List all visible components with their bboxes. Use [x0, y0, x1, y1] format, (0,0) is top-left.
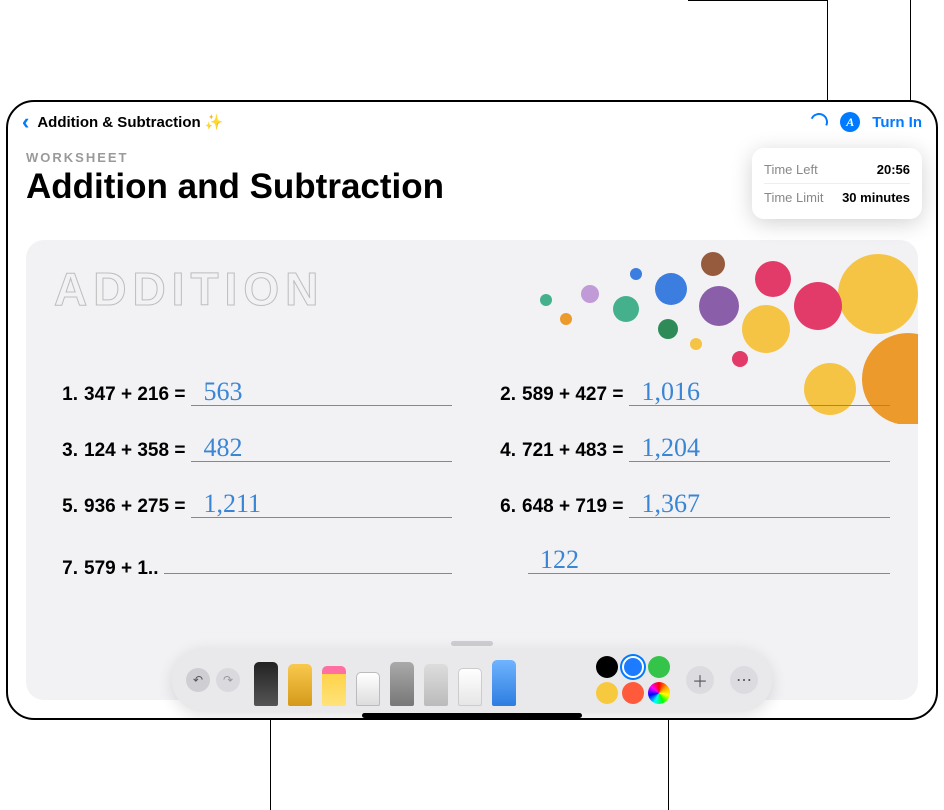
ruler-tool[interactable] [458, 668, 482, 706]
timer-progress-icon[interactable] [808, 110, 831, 133]
worksheet-panel[interactable]: ADDITION [26, 240, 918, 700]
answer-field[interactable]: 1,367 [629, 492, 890, 518]
more-button[interactable]: ⋯ [730, 666, 758, 694]
time-limit-value: 30 minutes [842, 190, 910, 205]
answer-field[interactable]: 122 [528, 548, 890, 574]
chevron-left-icon: ‹ [22, 109, 29, 135]
color-black[interactable] [596, 656, 618, 678]
color-yellow[interactable] [596, 682, 618, 704]
markup-icon[interactable]: A [840, 112, 860, 132]
answer-field[interactable] [164, 548, 452, 574]
color-picker-icon[interactable] [648, 682, 670, 704]
answer-field[interactable]: 1,211 [191, 492, 452, 518]
problem-grid: 1.347 + 216 =563 2.589 + 427 =1,016 3.12… [54, 380, 890, 580]
divider [764, 183, 910, 184]
back-button[interactable]: ‹ Addition & Subtraction ✨ [22, 109, 224, 135]
pencil-tool[interactable] [390, 662, 414, 706]
home-indicator[interactable] [362, 713, 582, 718]
navigation-bar: ‹ Addition & Subtraction ✨ A Turn In [8, 102, 936, 142]
redo-button[interactable]: ↷ [216, 668, 240, 692]
add-button[interactable]: ＋ [686, 666, 714, 694]
color-red[interactable] [622, 682, 644, 704]
crayon-tool[interactable] [492, 660, 516, 706]
color-green[interactable] [648, 656, 670, 678]
time-popover: Time Left 20:56 Time Limit 30 minutes [752, 148, 922, 219]
turn-in-button[interactable]: Turn In [872, 114, 922, 131]
answer-field[interactable]: 1,204 [629, 436, 890, 462]
tool-set [254, 654, 516, 706]
marker-tool[interactable] [288, 664, 312, 706]
page-title: Addition and Subtraction [26, 167, 444, 207]
highlighter-tool[interactable] [322, 666, 346, 706]
markup-toolbar: ↶ ↷ ＋ ⋯ [172, 648, 772, 712]
callout-line [827, 0, 828, 100]
problem-row: 2.589 + 427 =1,016 [492, 380, 890, 406]
answer-field[interactable]: 1,016 [629, 380, 890, 406]
color-swatches [596, 656, 670, 704]
time-limit-label: Time Limit [764, 190, 823, 205]
problem-row: 3.124 + 358 =482 [54, 436, 452, 462]
pixel-pen-tool[interactable] [424, 664, 448, 706]
callout-line [910, 0, 911, 100]
eraser-tool[interactable] [356, 672, 380, 706]
device-frame: ‹ Addition & Subtraction ✨ A Turn In WOR… [6, 100, 938, 720]
problem-row: 122 [492, 548, 890, 580]
answer-field[interactable]: 563 [191, 380, 452, 406]
undo-button[interactable]: ↶ [186, 668, 210, 692]
problem-row: 6.648 + 719 =1,367 [492, 492, 890, 518]
pen-tool[interactable] [254, 662, 278, 706]
answer-field[interactable]: 482 [191, 436, 452, 462]
problem-row: 5.936 + 275 =1,211 [54, 492, 452, 518]
problem-row: 7.579 + 1.. [54, 548, 452, 580]
time-left-value: 20:56 [877, 162, 910, 177]
problem-row: 1.347 + 216 =563 [54, 380, 452, 406]
problem-row: 4.721 + 483 =1,204 [492, 436, 890, 462]
worksheet-content: WORKSHEET Addition and Subtraction NAME:… [26, 150, 918, 718]
nav-title: Addition & Subtraction ✨ [37, 113, 223, 131]
toolbar-grabber[interactable] [451, 641, 493, 646]
callout-line [688, 0, 828, 1]
time-left-label: Time Left [764, 162, 818, 177]
color-blue[interactable] [622, 656, 644, 678]
eyebrow-label: WORKSHEET [26, 150, 444, 165]
